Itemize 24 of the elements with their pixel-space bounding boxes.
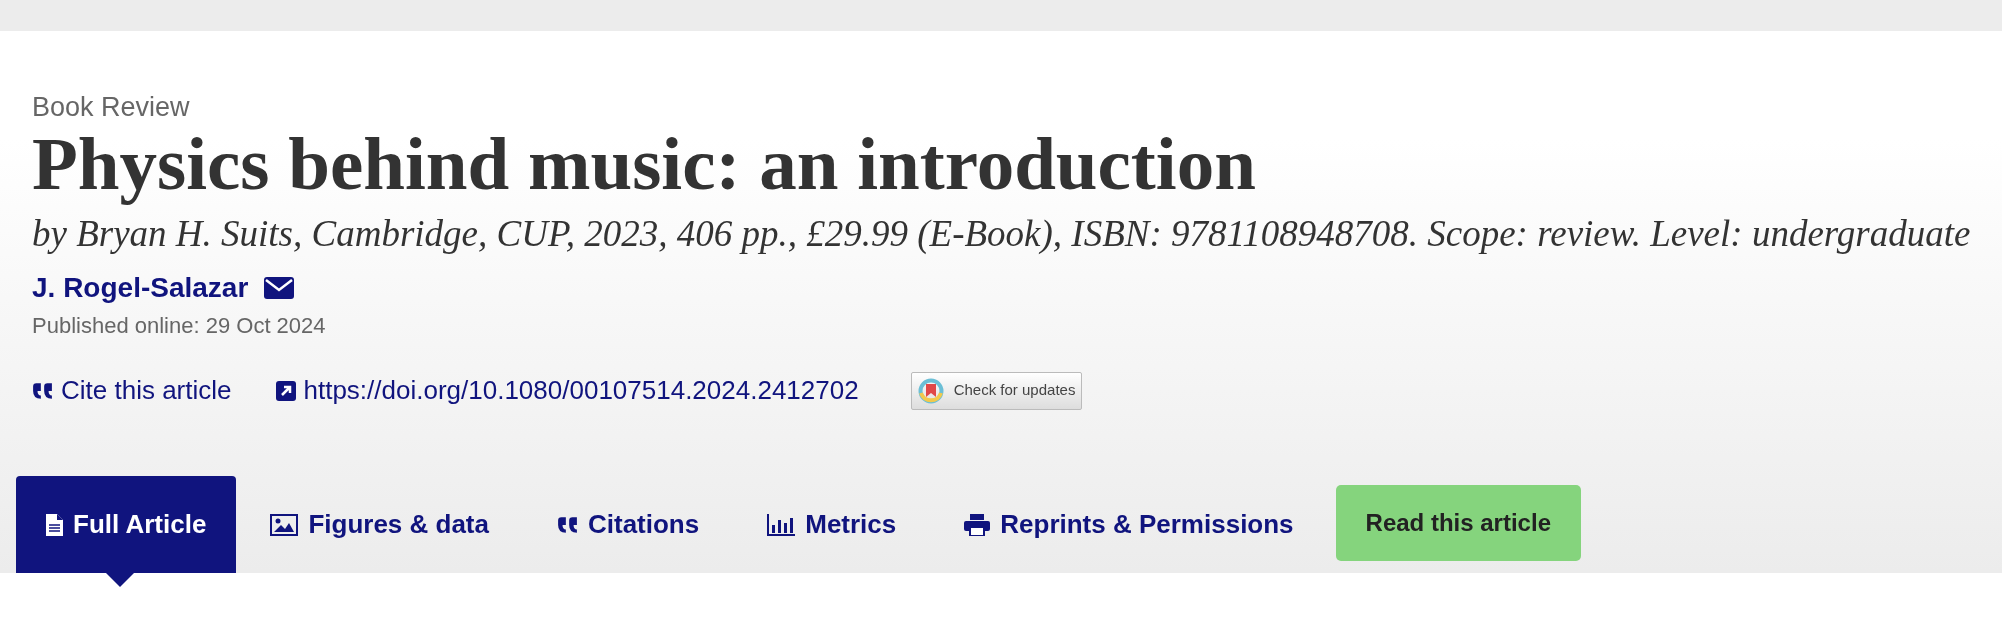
cite-link[interactable]: Cite this article: [32, 371, 232, 410]
external-link-icon: [275, 380, 296, 401]
envelope-icon[interactable]: [264, 277, 295, 299]
tab[interactable]: Figures & data: [236, 476, 523, 573]
quote-icon: [32, 381, 53, 400]
published-date: Published online: 29 Oct 2024: [32, 312, 327, 340]
article-title: Physics behind music: an introduction: [32, 123, 1257, 205]
tab[interactable]: Reprints & Permissions: [930, 476, 1328, 573]
printer-icon: [964, 513, 991, 536]
document-icon: [46, 513, 63, 536]
doi-link[interactable]: https://doi.org/10.1080/00107514.2024.2412702: [275, 371, 859, 410]
article-type: Book Review: [32, 91, 191, 123]
image-icon: [270, 513, 299, 536]
bookmark-icon: [917, 377, 944, 404]
article-subtitle: by Bryan H. Suits, Cambridge, CUP, 2023, 406 pp., £29.99 (E-Book), ISBN: 9781108948708. Scope: review. Level: undergraduate: [32, 212, 1972, 256]
tab-pointer: [106, 573, 134, 587]
tab[interactable]: Citations: [523, 476, 734, 573]
tab[interactable]: Full Article: [16, 476, 237, 573]
check-for-updates-button[interactable]: Check for updates: [910, 371, 1083, 410]
read-article-button[interactable]: Read this article: [1335, 485, 1581, 561]
author-link[interactable]: J. Rogel-Salazar: [32, 271, 249, 305]
bar-chart-icon: [767, 513, 796, 536]
quote-icon: [557, 515, 578, 534]
tab[interactable]: Metrics: [733, 476, 931, 573]
